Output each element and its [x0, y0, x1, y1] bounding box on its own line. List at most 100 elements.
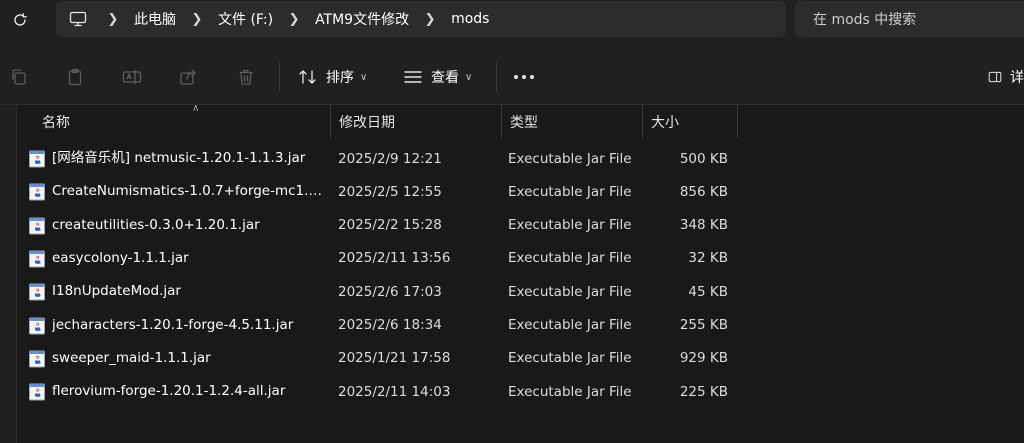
- paste-button[interactable]: [64, 66, 86, 88]
- chevron-right-icon[interactable]: ❯: [182, 12, 212, 27]
- column-headers: 名称 ∧ 修改日期 类型 大小: [16, 103, 738, 138]
- file-row[interactable]: easycolony-1.1.1.jar 2025/2/11 13:56 Exe…: [16, 242, 738, 275]
- column-size-label: 大小: [651, 114, 679, 131]
- jar-file-icon: [29, 283, 45, 301]
- toolbar-divider: [496, 62, 497, 92]
- file-name: easycolony-1.1.1.jar: [52, 249, 189, 266]
- jar-file-icon: [29, 383, 45, 401]
- file-type: Executable Jar File: [508, 283, 632, 300]
- monitor-icon: [69, 11, 87, 27]
- sort-button[interactable]: 排序 ∨: [298, 64, 367, 90]
- file-modified-date: 2025/1/21 17:58: [338, 350, 451, 367]
- file-name: I18nUpdateMod.jar: [52, 283, 181, 300]
- file-name: flerovium-forge-1.20.1-1.2.4-all.jar: [52, 383, 286, 400]
- delete-button[interactable]: [235, 66, 257, 88]
- file-row[interactable]: jecharacters-1.20.1-forge-4.5.11.jar 202…: [16, 309, 738, 342]
- details-pane-icon: [988, 71, 1002, 83]
- column-date-label: 修改日期: [339, 114, 395, 131]
- details-label: 详: [1010, 70, 1024, 86]
- file-type: Executable Jar File: [508, 150, 632, 167]
- file-modified-date: 2025/2/11 13:56: [338, 250, 451, 267]
- jar-file-icon: [29, 183, 45, 201]
- file-name: jecharacters-1.20.1-forge-4.5.11.jar: [52, 316, 294, 333]
- address-bar[interactable]: ❯ 此电脑 ❯ 文件 (F:) ❯ ATM9文件修改 ❯ mods: [56, 1, 786, 37]
- column-header-type[interactable]: 类型: [501, 105, 642, 138]
- file-type: Executable Jar File: [508, 217, 632, 234]
- file-row[interactable]: [网络音乐机] netmusic-1.20.1-1.1.3.jar 2025/2…: [16, 142, 738, 175]
- file-modified-date: 2025/2/6 18:34: [338, 317, 442, 333]
- column-header-size[interactable]: 大小: [642, 105, 738, 138]
- chevron-right-icon[interactable]: ❯: [98, 12, 128, 27]
- rename-icon: [122, 70, 142, 84]
- toolbar-divider: [279, 62, 280, 92]
- rename-button[interactable]: [121, 66, 143, 88]
- view-label: 查看: [431, 70, 459, 86]
- file-type: Executable Jar File: [508, 317, 632, 333]
- file-size: 856 KB: [679, 183, 728, 200]
- view-list-icon: [404, 71, 422, 83]
- jar-file-icon: [29, 317, 45, 334]
- jar-file-icon: [29, 350, 45, 368]
- trash-icon: [239, 69, 253, 85]
- sort-ascending-icon: ∧: [192, 103, 200, 114]
- column-type-label: 类型: [510, 114, 538, 131]
- navigation-pane-edge: [0, 105, 17, 443]
- file-modified-date: 2025/2/5 12:55: [338, 183, 442, 200]
- file-size: 500 KB: [679, 150, 728, 167]
- refresh-button[interactable]: [8, 8, 32, 32]
- breadcrumb-atm9-folder[interactable]: ATM9文件修改: [309, 9, 415, 29]
- file-modified-date: 2025/2/6 17:03: [338, 283, 442, 300]
- file-size: 348 KB: [679, 217, 728, 234]
- copy-button[interactable]: [8, 66, 30, 88]
- file-list: 名称 ∧ 修改日期 类型 大小 [网络音乐机] netmusic-1.20.1-…: [0, 103, 1024, 443]
- refresh-icon: [14, 13, 27, 26]
- file-modified-date: 2025/2/9 12:21: [338, 150, 442, 167]
- chevron-down-icon: ∨: [360, 71, 368, 83]
- navigation-bar: ❯ 此电脑 ❯ 文件 (F:) ❯ ATM9文件修改 ❯ mods 在 mods…: [0, 0, 1024, 48]
- search-input[interactable]: 在 mods 中搜索: [795, 1, 1024, 37]
- file-name: CreateNumismatics-1.0.7+forge-mc1.20.1.j…: [52, 183, 324, 200]
- sort-label: 排序: [326, 70, 354, 86]
- file-size: 255 KB: [679, 317, 728, 333]
- more-dots-icon: [514, 75, 534, 79]
- file-type: Executable Jar File: [508, 350, 632, 367]
- breadcrumb-this-pc[interactable]: 此电脑: [128, 9, 182, 29]
- jar-file-icon: [29, 217, 45, 235]
- this-pc-button[interactable]: [58, 11, 98, 27]
- jar-file-icon: [29, 250, 45, 268]
- file-row[interactable]: CreateNumismatics-1.0.7+forge-mc1.20.1.j…: [16, 175, 738, 208]
- file-row[interactable]: flerovium-forge-1.20.1-1.2.4-all.jar 202…: [16, 375, 738, 408]
- file-row[interactable]: createutilities-0.3.0+1.20.1.jar 2025/2/…: [16, 209, 738, 242]
- file-type: Executable Jar File: [508, 183, 632, 200]
- more-options-button[interactable]: [512, 66, 536, 88]
- file-row[interactable]: sweeper_maid-1.1.1.jar 2025/1/21 17:58 E…: [16, 342, 738, 375]
- clipboard-icon: [68, 68, 82, 86]
- view-button[interactable]: 查看 ∨: [403, 64, 472, 90]
- file-modified-date: 2025/2/11 14:03: [338, 383, 451, 400]
- file-name: [网络音乐机] netmusic-1.20.1-1.1.3.jar: [52, 150, 306, 166]
- file-size: 225 KB: [679, 383, 728, 400]
- file-modified-date: 2025/2/2 15:28: [338, 217, 442, 234]
- chevron-right-icon[interactable]: ❯: [279, 12, 309, 27]
- chevron-down-icon: ∨: [465, 71, 473, 83]
- file-type: Executable Jar File: [508, 250, 632, 267]
- file-size: 45 KB: [688, 283, 728, 300]
- file-type: Executable Jar File: [508, 383, 632, 400]
- column-header-date[interactable]: 修改日期: [330, 105, 501, 138]
- file-name: sweeper_maid-1.1.1.jar: [52, 349, 211, 366]
- share-button[interactable]: [177, 66, 199, 88]
- breadcrumb-drive-f[interactable]: 文件 (F:): [212, 9, 279, 29]
- column-header-name[interactable]: 名称: [34, 105, 330, 138]
- file-row[interactable]: I18nUpdateMod.jar 2025/2/6 17:03 Executa…: [16, 275, 738, 308]
- share-icon: [180, 69, 196, 85]
- file-size: 32 KB: [688, 250, 728, 267]
- file-name: createutilities-0.3.0+1.20.1.jar: [52, 216, 260, 233]
- sort-icon: [299, 70, 316, 84]
- copy-icon: [12, 69, 26, 85]
- column-name-label: 名称: [42, 114, 70, 131]
- breadcrumb-mods[interactable]: mods: [445, 11, 495, 27]
- chevron-right-icon[interactable]: ❯: [415, 12, 445, 27]
- jar-file-icon: [29, 150, 45, 168]
- command-bar: 排序 ∨ 查看 ∨ 详: [0, 48, 1024, 105]
- details-pane-button[interactable]: 详: [988, 64, 1024, 90]
